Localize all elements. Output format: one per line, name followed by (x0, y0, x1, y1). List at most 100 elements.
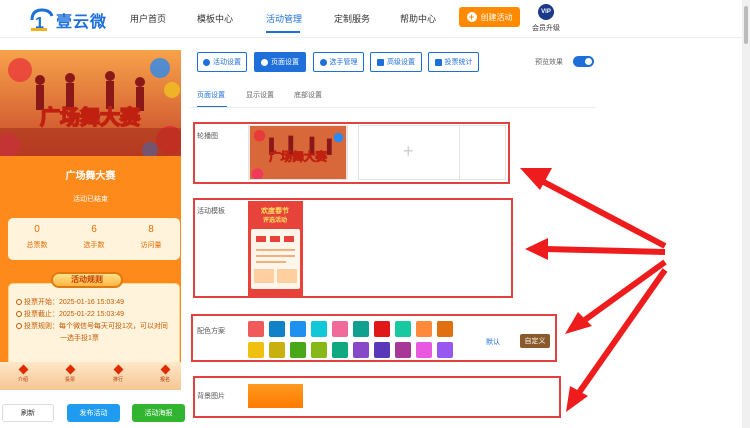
subtab-page-settings[interactable]: 页面设置 (197, 90, 225, 100)
preview-status: 活动已结束 (73, 196, 108, 203)
carousel-upload-slot[interactable]: + (358, 125, 460, 180)
arrow-to-color-scheme (580, 259, 667, 325)
gear-icon (261, 58, 268, 66)
create-activity-button[interactable]: + 创建活动 (459, 7, 520, 27)
tab-page-settings[interactable]: 页面设置 (254, 52, 306, 72)
color-swatch[interactable] (353, 342, 369, 358)
preview-tabbar: 介绍 投票 排行 报名 (0, 362, 181, 390)
publish-activity-button[interactable]: 发布活动 (67, 404, 120, 422)
diamond-icon (18, 364, 28, 375)
stat-total-votes: 0 总票数 (26, 224, 48, 249)
stat-visits: 8 访问量 (140, 224, 162, 249)
top-header: 1 壹云微 用户首页 模板中心 活动管理 定制服务 帮助中心 + 创建活动 VI… (0, 0, 742, 38)
activity-template-thumbnail[interactable]: 欢度春节 评选活动 (248, 201, 303, 297)
color-swatch[interactable] (374, 321, 390, 337)
vip-icon[interactable]: VIP (538, 4, 554, 20)
color-swatch[interactable] (332, 321, 348, 337)
rule-start-time: 投票开始：2025-01-16 15:03:49 (16, 297, 124, 307)
background-image-swatch[interactable] (248, 384, 303, 408)
toggle-knob (585, 58, 592, 65)
activity-poster-button[interactable]: 活动海报 (132, 404, 185, 422)
preview-banner-image: 广场舞大赛 (0, 50, 181, 156)
plus-icon: + (403, 141, 414, 161)
template-highlight-box (193, 198, 513, 298)
mobile-preview: 广场舞大赛 广场舞大赛 活动已结束 0 总票数 6 选手数 8 访问量 活动规则… (0, 50, 181, 390)
stat-contestants: 6 选手数 (83, 224, 105, 249)
template-label: 活动模板 (197, 208, 225, 215)
vip-upgrade-link[interactable]: 会员升级 (532, 23, 560, 33)
subtab-display-settings[interactable]: 显示设置 (246, 90, 274, 100)
refresh-button[interactable]: 刷新 (2, 404, 54, 422)
arrowhead-carousel-icon (520, 168, 552, 190)
tab-advanced-settings[interactable]: 高级设置 (370, 52, 422, 72)
brand-logo-icon: 1 (30, 8, 54, 32)
color-swatch[interactable] (311, 342, 327, 358)
color-swatch[interactable] (290, 342, 306, 358)
create-activity-label: 创建活动 (480, 12, 513, 22)
color-swatch[interactable] (374, 342, 390, 358)
scrollbar-thumb[interactable] (744, 6, 748, 44)
clock-icon (16, 311, 22, 317)
rule-end-time: 投票截止：2025-01-22 15:03:49 (16, 309, 124, 319)
color-swatch[interactable] (437, 321, 453, 337)
banner-title-text: 广场舞大赛 (40, 105, 141, 129)
color-swatch[interactable] (311, 321, 327, 337)
carousel-label: 轮播图 (197, 133, 218, 140)
bar-chart-icon (434, 58, 442, 66)
subtab-active-indicator (197, 106, 227, 107)
template-thumb-subtitle: 评选活动 (263, 216, 287, 224)
color-swatch[interactable] (248, 321, 264, 337)
tab-activity-settings[interactable]: 活动设置 (197, 52, 247, 72)
rule-vote-rule-continued: 一选手投1票 (60, 335, 99, 342)
nav-user-home[interactable]: 用户首页 (130, 12, 166, 25)
tab-vote-statistics[interactable]: 投票统计 (428, 52, 479, 72)
arrowhead-background-icon (566, 386, 588, 412)
preview-effect-toggle[interactable] (573, 56, 594, 67)
color-swatch[interactable] (332, 342, 348, 358)
color-swatch[interactable] (437, 342, 453, 358)
nav-activity-management[interactable]: 活动管理 (266, 12, 302, 25)
color-swatch[interactable] (290, 321, 306, 337)
carousel-empty-slot (460, 125, 506, 180)
color-swatch[interactable] (416, 342, 432, 358)
carousel-image-1[interactable]: 广场舞大赛 (248, 125, 348, 180)
clock-icon (16, 323, 22, 329)
arrowhead-template-icon (525, 238, 548, 260)
color-swatch[interactable] (269, 342, 285, 358)
color-swatch[interactable] (269, 321, 285, 337)
background-image-label: 背景图片 (197, 393, 225, 400)
diamond-icon (113, 364, 123, 375)
tab-contestant-management[interactable]: 选手管理 (313, 52, 364, 72)
preview-effect-label: 预览效果 (535, 59, 563, 66)
nav-template-center[interactable]: 模板中心 (197, 12, 233, 25)
custom-color-button[interactable]: 自定义 (520, 334, 550, 348)
color-scheme-label: 配色方案 (197, 328, 225, 335)
template-thumb-title: 欢度春节 (260, 206, 289, 215)
page-scrollbar[interactable] (742, 0, 750, 428)
nav-help-center[interactable]: 帮助中心 (400, 12, 436, 25)
preview-tab-intro: 介绍 (8, 364, 38, 383)
color-swatch[interactable] (353, 321, 369, 337)
brand-name[interactable]: 壹云微 (56, 8, 107, 32)
preview-tab-rank: 排行 (103, 364, 133, 383)
subtab-footer-settings[interactable]: 底部设置 (294, 90, 322, 100)
color-swatch[interactable] (416, 321, 432, 337)
nav-active-indicator (266, 31, 300, 33)
default-color-link[interactable]: 默认 (486, 337, 500, 347)
clock-icon (16, 299, 22, 305)
arrow-to-carousel (538, 177, 667, 249)
rule-vote-rule: 投票规则：每个微信号每天可投1次，可以对同 (16, 321, 168, 331)
arrow-to-template (544, 246, 666, 255)
users-icon (319, 58, 327, 66)
diamond-icon (65, 364, 75, 375)
nav-custom-service[interactable]: 定制服务 (334, 12, 370, 25)
color-swatch[interactable] (395, 321, 411, 337)
plus-icon: + (466, 12, 477, 22)
sliders-icon (377, 58, 384, 66)
preview-stats: 0 总票数 6 选手数 8 访问量 (8, 218, 180, 260)
subtab-divider (190, 107, 596, 108)
arrowhead-color-icon (565, 312, 592, 334)
color-swatch[interactable] (395, 342, 411, 358)
settings-icon (203, 58, 210, 66)
color-swatch[interactable] (248, 342, 264, 358)
